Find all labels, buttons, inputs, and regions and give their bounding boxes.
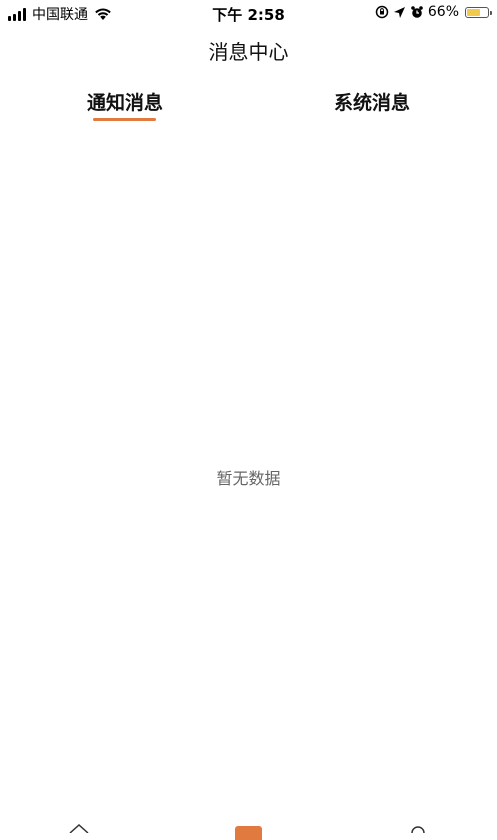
alarm-icon xyxy=(411,6,423,18)
center-action-icon[interactable] xyxy=(235,826,262,840)
home-icon[interactable] xyxy=(68,824,90,833)
rotation-lock-icon xyxy=(375,5,389,19)
battery-icon xyxy=(465,6,492,18)
user-icon[interactable] xyxy=(409,824,427,833)
page-title: 消息中心 xyxy=(208,40,289,64)
battery-fill xyxy=(467,8,480,16)
battery-percent: 66% xyxy=(427,4,459,20)
message-tabs: 通知消息 系统消息 xyxy=(0,88,497,128)
active-tab-indicator xyxy=(93,118,156,121)
status-bar: 中国联通 下午 2:58 66% xyxy=(0,0,497,26)
tab-label: 通知消息 xyxy=(86,92,163,114)
empty-state-text: 暂无数据 xyxy=(216,469,281,488)
tab-label: 系统消息 xyxy=(333,92,410,114)
status-right: 66% xyxy=(375,4,492,20)
tab-system-messages[interactable]: 系统消息 xyxy=(302,88,442,115)
tab-notification-messages[interactable]: 通知消息 xyxy=(55,88,195,121)
bottom-nav-bar xyxy=(0,816,497,840)
location-arrow-icon xyxy=(393,6,405,18)
